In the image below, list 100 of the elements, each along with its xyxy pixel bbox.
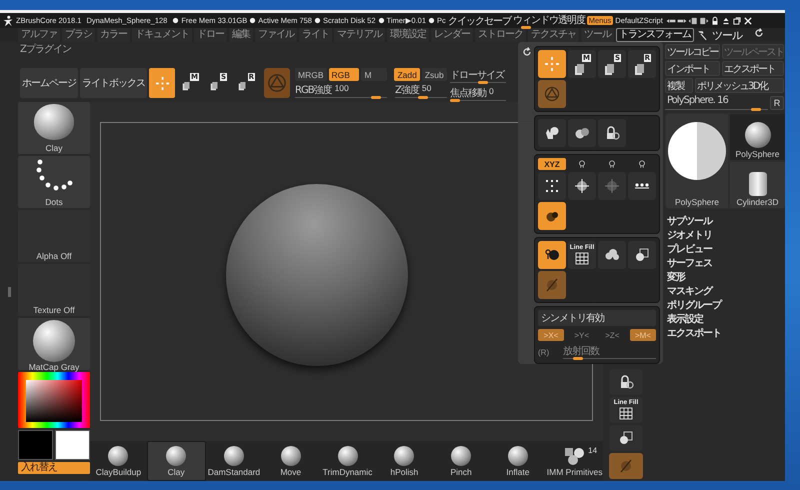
slider-thumb[interactable] xyxy=(573,357,584,360)
mode-toggle[interactable]: Zsub xyxy=(422,68,447,81)
tool-tile[interactable] xyxy=(628,241,656,269)
brush-button[interactable]: Move xyxy=(262,441,320,481)
secondary-swatch[interactable] xyxy=(55,430,90,460)
slider-thumb[interactable] xyxy=(418,96,428,99)
swap-button[interactable]: 入れ替え xyxy=(18,462,90,474)
slider-thumb[interactable] xyxy=(750,108,761,111)
tool-tile[interactable] xyxy=(538,119,566,147)
slider-thumb[interactable] xyxy=(371,96,382,99)
tool-tile[interactable] xyxy=(538,172,566,200)
page-button[interactable]: ライトボックス xyxy=(80,68,147,98)
tool-button[interactable]: エクスポート xyxy=(722,61,784,76)
brush-button[interactable]: IMM Primitives 14 xyxy=(546,441,604,481)
slider-thumb[interactable] xyxy=(450,99,460,102)
axis-toggle[interactable]: >Y< xyxy=(568,329,595,341)
menu-item[interactable]: アルファ xyxy=(18,28,60,42)
quicksave-button[interactable]: クイックセーブ xyxy=(448,14,511,28)
tool-button[interactable]: ポリメッシュ3D化 xyxy=(695,78,784,93)
brush-button[interactable]: hPolish xyxy=(376,441,433,481)
brush-button[interactable]: Clay xyxy=(146,441,206,481)
tool-tile[interactable] xyxy=(568,172,596,200)
tool-tile[interactable] xyxy=(609,425,643,451)
slider-thumb[interactable] xyxy=(521,26,532,28)
brush-button[interactable]: DamStandard xyxy=(206,441,262,481)
radial-toggle[interactable]: (R) xyxy=(538,348,550,356)
subpalette-item[interactable]: サーフェス xyxy=(665,257,784,271)
color-picker[interactable] xyxy=(18,372,90,428)
subdivision-slider[interactable]: PolySphere. 16 xyxy=(665,95,768,111)
cylinder-icon xyxy=(748,172,766,196)
menu-item[interactable]: ドキュメント xyxy=(132,28,192,42)
subpalette-item[interactable]: サブツール xyxy=(665,215,784,229)
brush-button[interactable]: Pinch xyxy=(432,441,490,481)
tool-button[interactable]: ツールコピー xyxy=(665,44,720,59)
primary-swatch[interactable] xyxy=(18,430,53,460)
tool-tile[interactable] xyxy=(598,241,626,269)
lock-icon xyxy=(710,16,720,26)
subpalette-item[interactable]: 表示設定 xyxy=(665,313,784,327)
mode-toggle[interactable]: MRGB xyxy=(295,68,326,81)
menu-item[interactable]: ドロー xyxy=(194,28,227,42)
focal-slider[interactable]: 焦点移動 0 xyxy=(450,86,506,102)
transparency-slider[interactable]: ウィンドウ透明度 xyxy=(512,12,585,28)
intensity-slider[interactable]: RGB強度 100 xyxy=(295,83,387,99)
texture-selector[interactable]: Texture Off xyxy=(18,264,90,316)
mode-toggle[interactable]: Zadd xyxy=(394,68,420,81)
mode-toggle[interactable]: RGB xyxy=(328,68,360,81)
radial-slider[interactable]: 放射回数 xyxy=(563,344,656,360)
tool-thumbnail[interactable]: PolySphere xyxy=(730,114,785,160)
brush-button[interactable]: Inflate xyxy=(489,441,546,481)
menu-item[interactable]: 環境設定 xyxy=(387,28,429,42)
menu-item[interactable]: ブラシ xyxy=(62,28,95,42)
subpalette-item[interactable]: 変形 xyxy=(665,271,784,285)
reset-button[interactable]: R xyxy=(770,96,784,110)
axis-toggle[interactable]: >Z< xyxy=(599,329,626,341)
slider-thumb[interactable] xyxy=(478,81,488,84)
menu-item[interactable]: ストローク xyxy=(475,28,526,42)
primitives-icon xyxy=(562,446,587,466)
tool-button[interactable]: インポート xyxy=(665,61,720,76)
menu-item[interactable]: ファイル xyxy=(255,28,297,42)
refresh-icon xyxy=(521,46,533,58)
size-slider[interactable]: ドローサイズ xyxy=(450,68,506,84)
intensity-slider[interactable]: Z強度 50 xyxy=(395,83,447,99)
brush-button[interactable]: TrimDynamic xyxy=(319,441,376,481)
subpalette-item[interactable]: プレビュー xyxy=(665,243,784,257)
tool-thumbnail[interactable]: Cylinder3D xyxy=(730,162,785,208)
tool-tile[interactable] xyxy=(628,172,656,200)
page-button[interactable]: ホームページ xyxy=(20,68,78,98)
tool-tile[interactable] xyxy=(609,369,643,395)
menu-item[interactable]: ライト xyxy=(299,28,332,42)
menu-item[interactable]: ツール xyxy=(581,28,614,42)
menu-item[interactable]: 編集 xyxy=(229,28,253,42)
ring-icon xyxy=(544,86,560,102)
brush-sphere-icon xyxy=(224,446,244,466)
tool-tile[interactable] xyxy=(598,119,626,147)
tool-thumbnail[interactable]: PolySphere xyxy=(666,114,728,208)
menu-item[interactable]: マテリアル xyxy=(334,28,385,42)
menu-item[interactable]: テクスチャ xyxy=(528,28,579,42)
menu-item[interactable]: レンダー xyxy=(431,28,473,42)
mode-toggle[interactable]: M xyxy=(361,68,387,81)
tool-tile[interactable] xyxy=(538,202,566,230)
lock-icon xyxy=(618,374,634,390)
axis-toggle[interactable]: XYZ xyxy=(538,158,566,170)
subpalette-item[interactable]: ジオメトリ xyxy=(665,229,784,243)
subpalette-item[interactable]: エクスポート xyxy=(665,327,784,341)
maximize-icon xyxy=(732,16,742,26)
material-selector[interactable]: MatCap Gray xyxy=(18,318,90,370)
menu-item[interactable]: トランスフォーム xyxy=(616,28,694,42)
brush-selector[interactable]: Clay xyxy=(18,102,90,154)
tool-tile[interactable] xyxy=(568,119,596,147)
tool-button[interactable]: 複製 xyxy=(665,78,693,93)
alpha-selector[interactable]: Alpha Off xyxy=(18,210,90,262)
stroke-selector[interactable]: Dots xyxy=(18,156,90,208)
tool-tile[interactable] xyxy=(538,50,566,78)
menu-item[interactable]: カラー xyxy=(97,28,130,42)
grid-icon xyxy=(618,406,634,422)
tool-tile[interactable] xyxy=(538,241,566,269)
brush-button[interactable]: ClayBuildup xyxy=(90,441,147,481)
subpalette-item[interactable]: ポリグループ xyxy=(665,299,784,313)
menu-item[interactable]: Zプラグイン xyxy=(20,42,71,56)
subpalette-item[interactable]: マスキング xyxy=(665,285,784,299)
